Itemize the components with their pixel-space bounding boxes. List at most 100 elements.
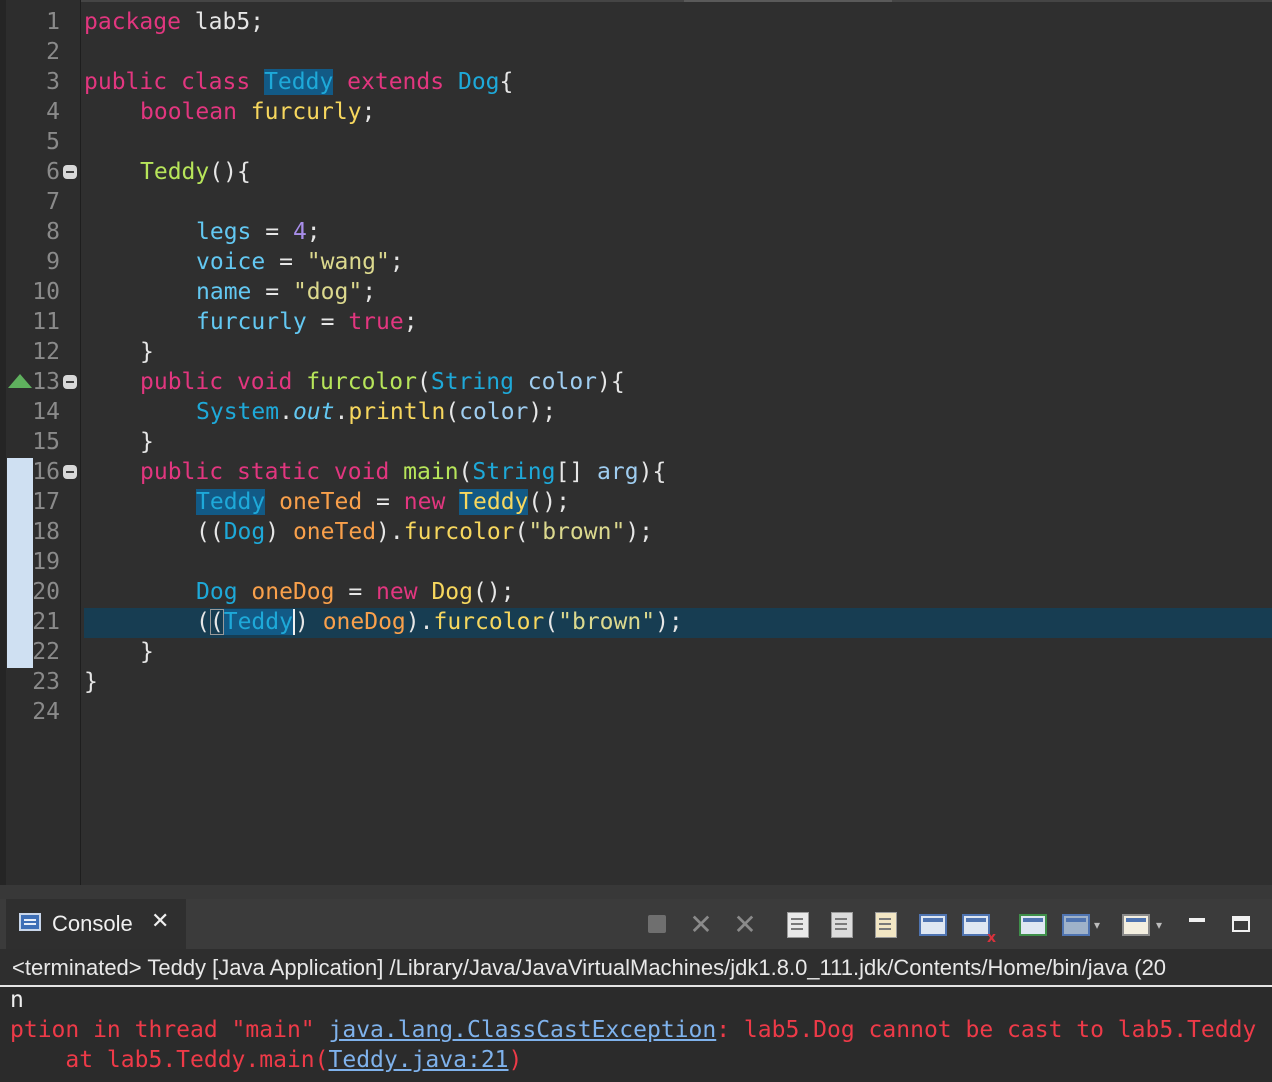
remove-all-terminated-icon[interactable]: ✕ bbox=[728, 909, 762, 941]
code-line-21: ((Teddy) oneDog).furcolor("brown"); bbox=[196, 607, 683, 637]
minimize-icon[interactable] bbox=[1182, 909, 1212, 941]
local-variable: oneDog bbox=[322, 609, 406, 635]
class-name-occurrence: Teddy bbox=[264, 69, 334, 95]
console-toolbar: ✕ ✕ x ▾ ▾ bbox=[632, 905, 1272, 945]
keyword: package bbox=[84, 9, 181, 35]
code-text: (); bbox=[528, 489, 570, 515]
source-location-link[interactable]: Teddy.java:21 bbox=[329, 1047, 509, 1073]
error-text: ption in thread "main" bbox=[10, 1017, 329, 1043]
code-text: ); bbox=[655, 609, 683, 635]
fold-collapse-icon[interactable] bbox=[63, 375, 77, 389]
text-caret: ) bbox=[292, 609, 309, 635]
line-number: 3 bbox=[46, 69, 60, 95]
chevron-down-icon[interactable]: ▾ bbox=[1156, 909, 1162, 941]
code-text: ( bbox=[416, 369, 431, 395]
close-icon[interactable]: ✕ bbox=[151, 909, 169, 934]
code-text: = bbox=[306, 309, 349, 335]
code-text: ( bbox=[514, 519, 529, 545]
code-line-14: System.out.println(color); bbox=[196, 397, 556, 427]
line-number: 21 bbox=[32, 609, 60, 635]
string-literal: "wang" bbox=[306, 249, 390, 275]
fold-collapse-icon[interactable] bbox=[63, 165, 77, 179]
code-text: [] bbox=[555, 459, 598, 485]
keyword: public bbox=[140, 459, 224, 485]
show-on-stderr-icon[interactable]: x bbox=[958, 909, 996, 945]
line-number: 24 bbox=[32, 699, 60, 725]
error-badge: x bbox=[986, 930, 996, 946]
clear-console-icon[interactable] bbox=[782, 909, 816, 941]
show-on-stdout-icon[interactable] bbox=[916, 909, 950, 941]
code-area[interactable]: package lab5; public class Teddy extends… bbox=[84, 0, 1272, 885]
class-name: String bbox=[472, 459, 556, 485]
parameter: color bbox=[459, 399, 529, 425]
code-text: ). bbox=[376, 519, 404, 545]
code-text: = bbox=[362, 489, 404, 515]
chevron-down-icon[interactable]: ▾ bbox=[1094, 909, 1100, 941]
keyword: new bbox=[376, 579, 418, 605]
line-number: 4 bbox=[46, 99, 60, 125]
class-name-occurrence: Teddy bbox=[223, 609, 293, 635]
line-number-gutter[interactable]: 1 2 3 4 5 6 7 8 9 10 11 12 13 14 15 16 1… bbox=[6, 0, 81, 885]
code-text: ( bbox=[544, 609, 559, 635]
keyword: static bbox=[236, 459, 321, 485]
local-variable: oneTed bbox=[279, 489, 363, 515]
open-console-icon[interactable]: ▾ bbox=[1118, 909, 1162, 941]
line-number: 23 bbox=[32, 669, 60, 695]
console-process-header: <terminated> Teddy [Java Application] /L… bbox=[0, 949, 1272, 987]
code-line-1: package lab5; bbox=[84, 7, 264, 37]
console-tab[interactable]: Console ✕ bbox=[6, 899, 186, 949]
code-line-15: } bbox=[140, 427, 154, 457]
line-number: 6 bbox=[46, 159, 60, 185]
code-text: ; bbox=[362, 279, 377, 305]
console-output-line: n bbox=[10, 987, 24, 1013]
terminate-icon[interactable] bbox=[642, 909, 672, 941]
keyword: void bbox=[333, 459, 390, 485]
fold-collapse-icon[interactable] bbox=[63, 465, 77, 479]
scroll-lock-icon[interactable] bbox=[826, 909, 860, 941]
error-text: at lab5.Teddy.main( bbox=[10, 1047, 329, 1073]
display-console-icon[interactable]: ▾ bbox=[1060, 909, 1100, 941]
line-number: 1 bbox=[46, 9, 60, 35]
code-text: lab5; bbox=[180, 9, 265, 35]
class-name: System bbox=[196, 399, 280, 425]
code-text: (( bbox=[196, 519, 224, 545]
code-text: ); bbox=[528, 399, 557, 425]
code-text: = bbox=[251, 279, 293, 305]
code-line-23: } bbox=[84, 667, 98, 697]
maximize-icon[interactable] bbox=[1226, 909, 1256, 941]
java-editor[interactable]: 1 2 3 4 5 6 7 8 9 10 11 12 13 14 15 16 1… bbox=[0, 0, 1272, 885]
bracket-match: ( bbox=[209, 609, 224, 635]
code-text: ; bbox=[389, 249, 404, 275]
code-line-10: name = "dog"; bbox=[196, 277, 376, 307]
word-wrap-icon[interactable] bbox=[870, 909, 904, 941]
code-text: (){ bbox=[209, 159, 251, 185]
exception-link[interactable]: java.lang.ClassCastException bbox=[329, 1017, 717, 1043]
line-number: 10 bbox=[32, 279, 60, 305]
code-line-18: ((Dog) oneTed).furcolor("brown"); bbox=[196, 517, 653, 547]
remove-launch-icon[interactable]: ✕ bbox=[684, 909, 718, 941]
line-number: 15 bbox=[32, 429, 60, 455]
class-name: Dog bbox=[457, 69, 500, 95]
view-separator[interactable] bbox=[0, 885, 1272, 899]
static-field: out bbox=[292, 399, 335, 425]
console-view: Console ✕ ✕ ✕ x ▾ ▾ <terminated> Teddy [… bbox=[0, 899, 1272, 1082]
parameter: arg bbox=[597, 459, 639, 485]
code-text: } bbox=[84, 669, 98, 695]
line-number: 9 bbox=[46, 249, 60, 275]
pin-console-icon[interactable] bbox=[1016, 909, 1050, 941]
console-stacktrace-line: at lab5.Teddy.main(Teddy.java:21) bbox=[10, 1045, 522, 1075]
code-text: ){ bbox=[597, 369, 625, 395]
console-icon bbox=[19, 913, 41, 931]
class-name: String bbox=[430, 369, 514, 395]
keyword: true bbox=[348, 309, 404, 335]
